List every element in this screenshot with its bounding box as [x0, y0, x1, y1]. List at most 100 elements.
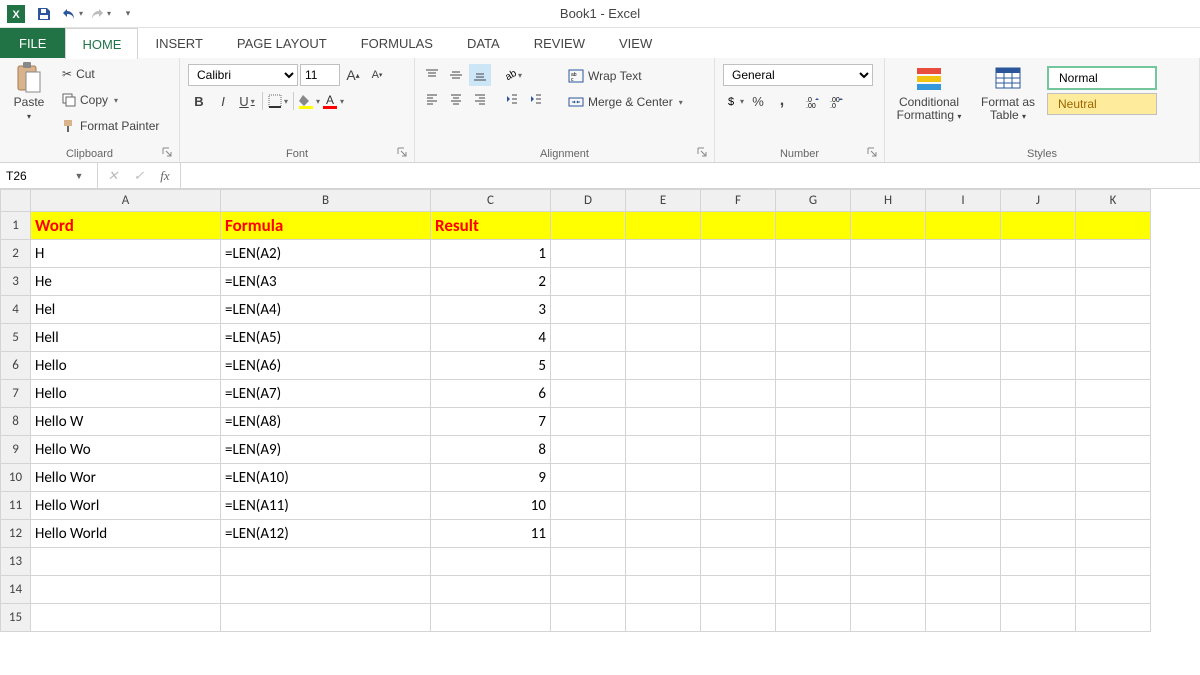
select-all-corner[interactable]: [1, 190, 31, 212]
col-header-F[interactable]: F: [701, 190, 776, 212]
cell-E1[interactable]: [626, 212, 701, 240]
cell-I9[interactable]: [926, 436, 1001, 464]
cell-F11[interactable]: [701, 492, 776, 520]
cell-H4[interactable]: [851, 296, 926, 324]
percent-button[interactable]: %: [747, 90, 769, 112]
cell-J4[interactable]: [1001, 296, 1076, 324]
cell-F7[interactable]: [701, 380, 776, 408]
cell-E15[interactable]: [626, 604, 701, 632]
cell-F9[interactable]: [701, 436, 776, 464]
cell-E13[interactable]: [626, 548, 701, 576]
row-header-7[interactable]: 7: [1, 380, 31, 408]
cancel-formula-icon[interactable]: ✕: [102, 166, 124, 186]
cell-style-neutral[interactable]: Neutral: [1047, 93, 1157, 115]
cell-J5[interactable]: [1001, 324, 1076, 352]
tab-review[interactable]: REVIEW: [517, 28, 602, 58]
cell-B5[interactable]: =LEN(A5): [221, 324, 431, 352]
copy-button[interactable]: Copy: [58, 88, 163, 112]
merge-center-button[interactable]: Merge & Center: [564, 90, 687, 114]
cell-K1[interactable]: [1076, 212, 1151, 240]
cell-G8[interactable]: [776, 408, 851, 436]
cell-A12[interactable]: Hello World: [31, 520, 221, 548]
cell-A6[interactable]: Hello: [31, 352, 221, 380]
cell-H10[interactable]: [851, 464, 926, 492]
enter-formula-icon[interactable]: ✓: [128, 166, 150, 186]
cell-J12[interactable]: [1001, 520, 1076, 548]
cell-F10[interactable]: [701, 464, 776, 492]
cell-E11[interactable]: [626, 492, 701, 520]
cell-I8[interactable]: [926, 408, 1001, 436]
increase-indent-icon[interactable]: [525, 88, 547, 110]
tab-home[interactable]: HOME: [65, 28, 138, 59]
cell-C10[interactable]: 9: [431, 464, 551, 492]
cell-H12[interactable]: [851, 520, 926, 548]
cell-D9[interactable]: [551, 436, 626, 464]
cell-A9[interactable]: Hello Wo: [31, 436, 221, 464]
cell-B12[interactable]: =LEN(A12): [221, 520, 431, 548]
col-header-K[interactable]: K: [1076, 190, 1151, 212]
cell-D13[interactable]: [551, 548, 626, 576]
cell-G3[interactable]: [776, 268, 851, 296]
row-header-3[interactable]: 3: [1, 268, 31, 296]
cell-D8[interactable]: [551, 408, 626, 436]
cell-H9[interactable]: [851, 436, 926, 464]
formula-input[interactable]: [181, 163, 1200, 188]
cell-C13[interactable]: [431, 548, 551, 576]
row-header-4[interactable]: 4: [1, 296, 31, 324]
cell-J3[interactable]: [1001, 268, 1076, 296]
cell-style-normal[interactable]: Normal: [1047, 66, 1157, 90]
conditional-formatting-button[interactable]: Conditional Formatting ▾: [889, 60, 969, 124]
cell-B4[interactable]: =LEN(A4): [221, 296, 431, 324]
cell-H11[interactable]: [851, 492, 926, 520]
cell-B1[interactable]: Formula: [221, 212, 431, 240]
cell-J14[interactable]: [1001, 576, 1076, 604]
cell-C7[interactable]: 6: [431, 380, 551, 408]
cell-I3[interactable]: [926, 268, 1001, 296]
name-box-input[interactable]: [0, 169, 70, 183]
cell-I1[interactable]: [926, 212, 1001, 240]
cell-E2[interactable]: [626, 240, 701, 268]
cell-D7[interactable]: [551, 380, 626, 408]
cell-A14[interactable]: [31, 576, 221, 604]
cell-H15[interactable]: [851, 604, 926, 632]
cell-B7[interactable]: =LEN(A7): [221, 380, 431, 408]
cell-A10[interactable]: Hello Wor: [31, 464, 221, 492]
cell-I10[interactable]: [926, 464, 1001, 492]
cell-K7[interactable]: [1076, 380, 1151, 408]
cell-F2[interactable]: [701, 240, 776, 268]
cell-H3[interactable]: [851, 268, 926, 296]
row-header-8[interactable]: 8: [1, 408, 31, 436]
cell-F6[interactable]: [701, 352, 776, 380]
redo-icon[interactable]: [88, 3, 112, 25]
cell-B8[interactable]: =LEN(A8): [221, 408, 431, 436]
cell-D4[interactable]: [551, 296, 626, 324]
increase-decimal-icon[interactable]: .0.00: [801, 90, 823, 112]
cell-E3[interactable]: [626, 268, 701, 296]
cell-H7[interactable]: [851, 380, 926, 408]
cell-B11[interactable]: =LEN(A11): [221, 492, 431, 520]
insert-function-icon[interactable]: fx: [154, 166, 176, 186]
font-color-button[interactable]: A: [322, 90, 344, 112]
cell-I4[interactable]: [926, 296, 1001, 324]
cell-K15[interactable]: [1076, 604, 1151, 632]
align-bottom-icon[interactable]: [469, 64, 491, 86]
cell-H6[interactable]: [851, 352, 926, 380]
cell-G4[interactable]: [776, 296, 851, 324]
name-box[interactable]: ▼: [0, 163, 98, 188]
align-middle-icon[interactable]: [445, 64, 467, 86]
col-header-C[interactable]: C: [431, 190, 551, 212]
clipboard-launcher-icon[interactable]: [161, 146, 175, 160]
format-as-table-button[interactable]: Format as Table ▾: [973, 60, 1043, 124]
cell-H2[interactable]: [851, 240, 926, 268]
cell-E10[interactable]: [626, 464, 701, 492]
cell-D3[interactable]: [551, 268, 626, 296]
cell-G1[interactable]: [776, 212, 851, 240]
cell-F14[interactable]: [701, 576, 776, 604]
underline-button[interactable]: U: [236, 90, 258, 112]
font-name-select[interactable]: Calibri: [188, 64, 298, 86]
cell-K13[interactable]: [1076, 548, 1151, 576]
tab-view[interactable]: VIEW: [602, 28, 669, 58]
orientation-button[interactable]: ab: [501, 64, 523, 86]
row-header-5[interactable]: 5: [1, 324, 31, 352]
cell-J1[interactable]: [1001, 212, 1076, 240]
